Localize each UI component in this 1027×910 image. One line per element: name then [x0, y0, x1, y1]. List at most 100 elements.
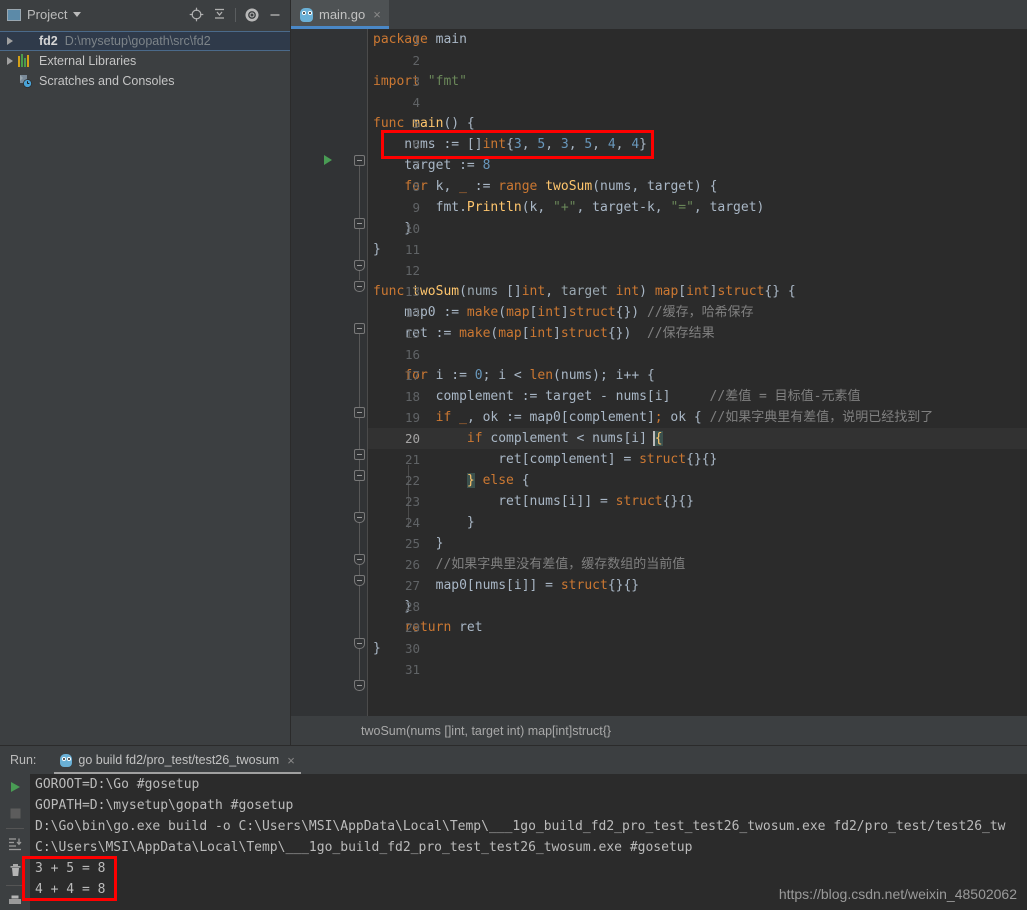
gear-icon[interactable] — [241, 4, 263, 26]
fold-marker[interactable] — [354, 281, 365, 292]
line-number: 31 — [404, 662, 420, 677]
fold-marker[interactable] — [354, 575, 365, 586]
line-number: 6 — [412, 137, 420, 152]
code-line[interactable]: 31 — [368, 659, 1027, 680]
fold-marker[interactable] — [354, 512, 365, 523]
project-panel-title[interactable]: Project — [27, 7, 67, 22]
expand-triangle-icon[interactable] — [7, 37, 13, 45]
code-line[interactable]: 8 for k, _ := range twoSum(nums, target)… — [368, 176, 1027, 197]
code-line[interactable]: 1 package main — [368, 29, 1027, 50]
print-icon[interactable] — [0, 888, 30, 910]
line-number: 1 — [412, 32, 420, 47]
code-line[interactable]: 17 for i := 0; i < len(nums); i++ { — [368, 365, 1027, 386]
console-toolbar — [0, 774, 30, 910]
line-number: 20 — [404, 431, 420, 446]
code-lines[interactable]: 1 package main 2 3 import "fmt" 4 5 func ma… — [368, 29, 1027, 716]
console-line: GOPATH=D:\mysetup\gopath #gosetup — [35, 798, 294, 813]
code-line[interactable]: 10 } — [368, 218, 1027, 239]
tree-node-label: Scratches and Consoles — [39, 74, 175, 88]
line-number: 13 — [404, 284, 420, 299]
code-line[interactable]: 25 } — [368, 533, 1027, 554]
code-line[interactable]: 22 } else { — [368, 470, 1027, 491]
tab-label: main.go — [319, 7, 366, 22]
code-line[interactable]: 21 ret[complement] = struct{}{} — [368, 449, 1027, 470]
fold-marker[interactable] — [354, 155, 365, 166]
fold-marker[interactable] — [354, 470, 365, 481]
fold-connector — [359, 328, 360, 686]
breadcrumb-text: twoSum(nums []int, target int) map[int]s… — [361, 723, 612, 738]
tree-node-external-libraries[interactable]: External Libraries — [0, 51, 290, 71]
code-line[interactable]: 9 fmt.Println(k, "+", target-k, "=", tar… — [368, 197, 1027, 218]
code-line[interactable]: 27 map0[nums[i]] = struct{}{} — [368, 575, 1027, 596]
locate-target-icon[interactable] — [185, 4, 207, 26]
editor-fold-strip[interactable] — [352, 29, 368, 716]
fold-marker[interactable] — [354, 323, 365, 334]
fold-marker[interactable] — [354, 680, 365, 691]
code-line[interactable]: 26 //如果字典里没有差值，缓存数组的当前值 — [368, 554, 1027, 575]
code-line[interactable]: 23 ret[nums[i]] = struct{}{} — [368, 491, 1027, 512]
run-panel: Run: go build fd2/pro_test/test26_twosum… — [0, 745, 1027, 910]
code-line[interactable]: 5 func main() { — [368, 113, 1027, 134]
tab-main-go[interactable]: main.go × — [291, 0, 389, 29]
toolbar-divider — [6, 828, 24, 829]
line-number: 17 — [404, 368, 420, 383]
code-line[interactable]: 11} — [368, 239, 1027, 260]
code-line[interactable]: 29 return ret — [368, 617, 1027, 638]
run-tab[interactable]: go build fd2/pro_test/test26_twosum × — [54, 746, 302, 774]
fold-marker[interactable] — [354, 218, 365, 229]
expand-triangle-icon[interactable] — [7, 57, 13, 65]
fold-marker[interactable] — [354, 407, 365, 418]
code-line[interactable]: 28 } — [368, 596, 1027, 617]
fold-marker[interactable] — [354, 554, 365, 565]
code-line[interactable]: 14 map0 := make(map[int]struct{}) //缓存，哈… — [368, 302, 1027, 323]
minimize-icon[interactable] — [264, 4, 286, 26]
fold-marker[interactable] — [354, 638, 365, 649]
line-number: 28 — [404, 599, 420, 614]
code-line[interactable]: 12 — [368, 260, 1027, 281]
stop-icon[interactable] — [0, 800, 30, 826]
code-line[interactable]: 4 — [368, 92, 1027, 113]
code-line[interactable]: 3 import "fmt" — [368, 71, 1027, 92]
close-icon[interactable]: × — [287, 754, 295, 767]
code-line[interactable]: 15 ret := make(map[int]struct{}) //保存结果 — [368, 323, 1027, 344]
project-icon — [7, 8, 21, 21]
collapse-all-icon[interactable] — [208, 4, 230, 26]
tree-node-fd2[interactable]: fd2 D:\mysetup\gopath\src\fd2 — [0, 31, 290, 51]
code-line[interactable]: 18 complement := target - nums[i] //差值 =… — [368, 386, 1027, 407]
code-line[interactable]: 16 — [368, 344, 1027, 365]
run-gutter-icon[interactable] — [324, 155, 332, 165]
libraries-icon — [18, 54, 34, 68]
run-tab-label: go build fd2/pro_test/test26_twosum — [78, 753, 280, 767]
code-line[interactable]: 19 if _, ok := map0[complement]; ok { //… — [368, 407, 1027, 428]
rerun-icon[interactable] — [0, 774, 30, 800]
line-number: 11 — [404, 242, 420, 257]
editor-tab-bar: main.go × — [291, 0, 1027, 29]
scroll-to-end-icon[interactable] — [0, 831, 30, 857]
line-number: 27 — [404, 578, 420, 593]
editor-gutter[interactable] — [291, 29, 352, 716]
breadcrumb[interactable]: twoSum(nums []int, target int) map[int]s… — [291, 716, 1027, 745]
line-number: 15 — [404, 326, 420, 341]
close-icon[interactable]: × — [373, 8, 381, 21]
code-line[interactable]: 6 nums := []int{3, 5, 3, 5, 4, 4} — [368, 134, 1027, 155]
toolbar-divider — [6, 885, 24, 886]
line-number: 26 — [404, 557, 420, 572]
tree-node-scratches-and-consoles[interactable]: Scratches and Consoles — [0, 71, 290, 91]
trash-icon[interactable] — [0, 857, 30, 883]
code-line[interactable]: 7 target := 8 — [368, 155, 1027, 176]
line-number: 7 — [412, 158, 420, 173]
console-line: D:\Go\bin\go.exe build -o C:\Users\MSI\A… — [35, 819, 1006, 834]
fold-marker[interactable] — [354, 260, 365, 271]
line-number: 25 — [404, 536, 420, 551]
code-line[interactable]: 2 — [368, 50, 1027, 71]
project-panel-header: Project — [0, 0, 290, 29]
scratches-icon — [18, 74, 34, 88]
code-line[interactable]: 30} — [368, 638, 1027, 659]
code-line[interactable]: 20 if complement < nums[i] { — [368, 428, 1027, 449]
code-line[interactable]: 13 func twoSum(nums []int, target int) ma… — [368, 281, 1027, 302]
code-editor[interactable]: 1 package main 2 3 import "fmt" 4 5 func ma… — [291, 29, 1027, 716]
fold-marker[interactable] — [354, 449, 365, 460]
tree-node-label: fd2 — [39, 34, 58, 48]
code-line[interactable]: 24 } — [368, 512, 1027, 533]
chevron-down-icon[interactable] — [73, 12, 82, 17]
